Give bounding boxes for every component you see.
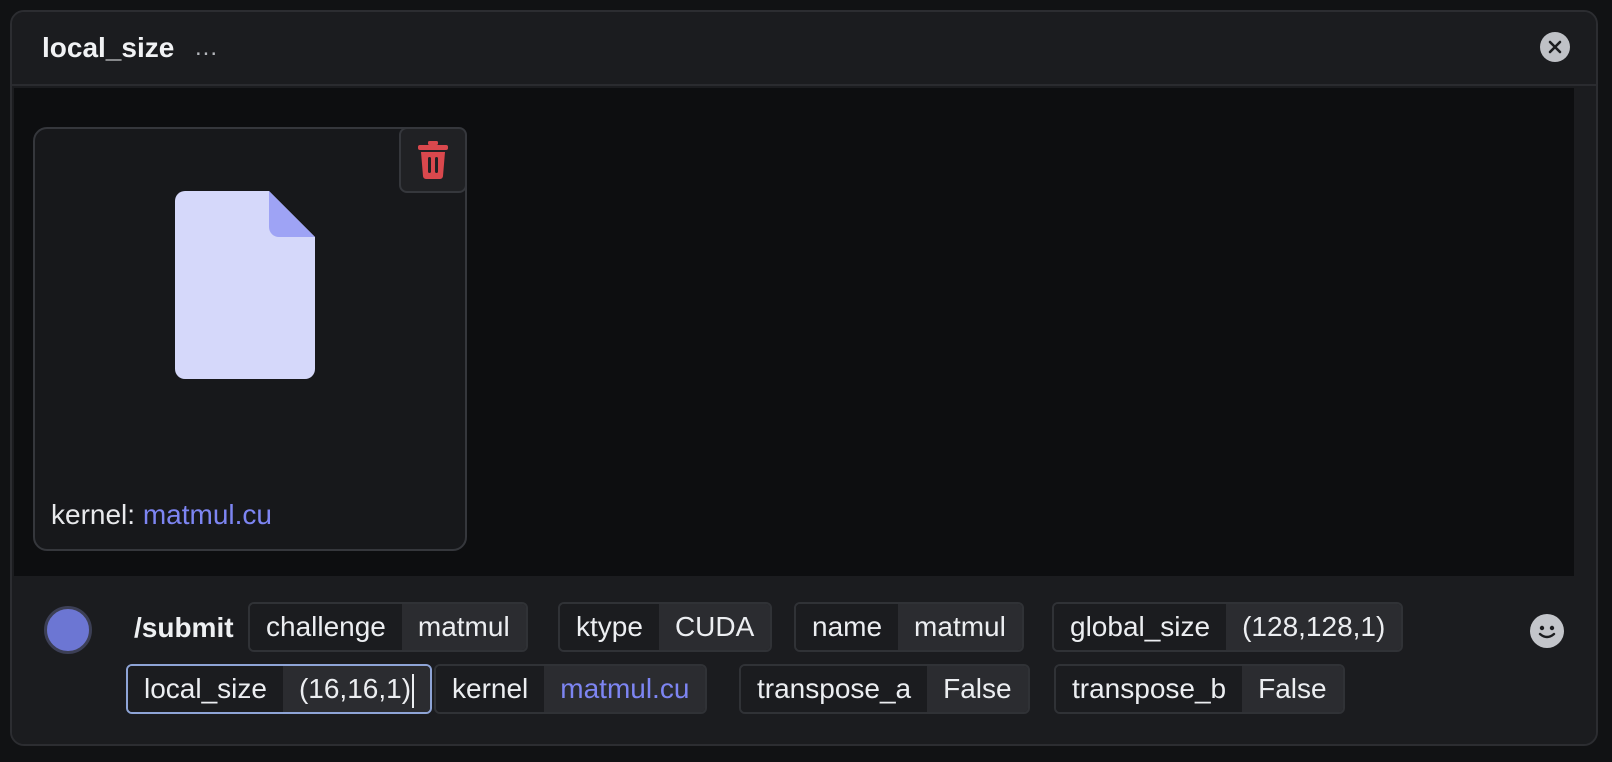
file-icon — [175, 191, 315, 379]
slash-command: /submit — [134, 612, 234, 643]
option-key: global_size — [1054, 604, 1227, 650]
option-global-size[interactable]: global_size (128,128,1) — [1052, 602, 1404, 652]
option-challenge[interactable]: challenge matmul — [248, 602, 528, 652]
attachment-caption: kernel: matmul.cu — [51, 499, 272, 531]
close-icon — [1548, 40, 1562, 54]
option-key: challenge — [250, 604, 402, 650]
option-value[interactable]: CUDA — [658, 604, 771, 650]
title-ellipsis: ... — [195, 34, 219, 61]
option-key: transpose_a — [741, 666, 928, 712]
option-value[interactable]: matmul — [898, 604, 1022, 650]
option-value[interactable]: (128,128,1) — [1226, 604, 1402, 650]
option-transpose-b[interactable]: transpose_b False — [1054, 664, 1345, 714]
option-name[interactable]: name matmul — [794, 602, 1024, 652]
option-kernel[interactable]: kernel matmul.cu — [434, 664, 708, 714]
option-value[interactable]: matmul — [401, 604, 526, 650]
avatar[interactable] — [44, 606, 92, 654]
option-key: local_size — [128, 666, 283, 712]
emoji-icon — [1538, 625, 1556, 639]
option-value[interactable]: False — [927, 666, 1028, 712]
option-key: name — [796, 604, 899, 650]
option-value-input[interactable]: (16,16,1) — [282, 666, 431, 712]
delete-attachment-button[interactable] — [399, 127, 467, 193]
option-local-size[interactable]: local_size (16,16,1) — [126, 664, 433, 714]
option-key: transpose_b — [1056, 666, 1243, 712]
option-value[interactable]: matmul.cu — [544, 666, 706, 712]
text-caret — [412, 673, 415, 708]
option-value: (16,16,1) — [298, 673, 412, 704]
command-composer: /submit challenge matmul ktype CUDA name… — [12, 578, 1596, 744]
dialog-title: local_size — [42, 32, 175, 63]
option-transpose-a[interactable]: transpose_a False — [739, 664, 1030, 714]
emoji-button[interactable] — [1530, 614, 1564, 648]
attachments-area: kernel: matmul.cu — [14, 88, 1574, 576]
option-key: ktype — [560, 604, 659, 650]
upload-dialog: local_size ... kernel: matmul.cu /submit… — [10, 10, 1598, 746]
attachment-filename[interactable]: matmul.cu — [143, 499, 272, 530]
attachment-card[interactable]: kernel: matmul.cu — [33, 127, 467, 551]
option-value[interactable]: False — [1242, 666, 1343, 712]
option-ktype[interactable]: ktype CUDA — [558, 602, 773, 652]
trash-icon — [418, 141, 448, 179]
option-key: kernel — [436, 666, 545, 712]
close-button[interactable] — [1540, 32, 1570, 62]
dialog-header: local_size ... — [12, 12, 1596, 86]
caption-label: kernel: — [51, 499, 136, 530]
